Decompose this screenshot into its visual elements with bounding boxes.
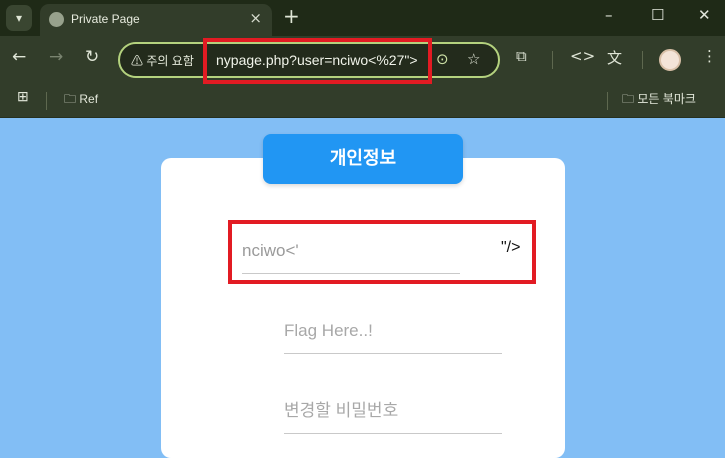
bookmark-folder-ref[interactable]: 🗀 Ref [64, 90, 98, 111]
chevron-down-icon[interactable]: ▾ [6, 5, 32, 31]
globe-icon [49, 12, 64, 27]
arrow-left-icon[interactable]: ← [12, 47, 26, 67]
arrow-right-icon[interactable]: → [49, 47, 63, 67]
folder-icon: 🗀 [64, 92, 77, 106]
injected-text: "/> [501, 239, 521, 256]
browser-tab[interactable]: Private Page × [40, 4, 272, 36]
code-icon[interactable]: <> [570, 47, 595, 65]
page-title[interactable]: 개인정보 [263, 134, 463, 184]
star-icon[interactable]: ☆ [467, 50, 480, 68]
bookmark-label: Ref [79, 92, 99, 106]
plus-icon[interactable]: + [283, 4, 300, 28]
address-bar[interactable]: ⚠ 주의 요함 nypage.php?user=nciwo<%27"> ⊙ ☆ [118, 42, 500, 78]
puzzle-icon[interactable]: ⧉ [516, 47, 527, 65]
lens-icon[interactable]: ⊙ [436, 50, 449, 68]
avatar[interactable] [659, 49, 681, 71]
security-chip[interactable]: ⚠ 주의 요함 [131, 52, 194, 69]
security-label: 주의 요함 [146, 54, 194, 68]
maximize-icon[interactable]: ☐ [651, 6, 664, 24]
bookmarks-bar: ⊞ 🗀 Ref 🗀 모든 북마크 [0, 84, 725, 118]
toolbar-divider [642, 51, 643, 69]
close-icon[interactable]: × [249, 9, 262, 27]
tab-title: Private Page [71, 12, 140, 26]
page-content: 개인정보 "/> [0, 118, 725, 458]
url-text[interactable]: nypage.php?user=nciwo<%27"> [216, 52, 418, 68]
all-bookmarks[interactable]: 🗀 모든 북마크 [622, 90, 696, 111]
minimize-icon[interactable]: – [605, 6, 613, 24]
reload-icon[interactable]: ↻ [85, 47, 99, 67]
apps-grid-icon[interactable]: ⊞ [17, 88, 29, 105]
kebab-menu-icon[interactable]: ⋮ [702, 47, 717, 65]
username-field[interactable] [242, 228, 460, 274]
flag-field[interactable] [284, 308, 502, 354]
bookmark-divider [607, 92, 608, 110]
tab-strip: ▾ Private Page × + – ☐ ✕ [0, 0, 725, 36]
warning-triangle-icon: ⚠ [131, 54, 144, 68]
window-close-icon[interactable]: ✕ [698, 6, 711, 24]
bookmark-divider [46, 92, 47, 110]
browser-toolbar: ← → ↻ ⚠ 주의 요함 nypage.php?user=nciwo<%27"… [0, 36, 725, 84]
toolbar-divider [552, 51, 553, 69]
bookmark-label: 모든 북마크 [637, 92, 696, 106]
new-password-field[interactable] [284, 388, 502, 434]
translate-icon[interactable]: 文 [607, 47, 622, 68]
folder-icon: 🗀 [622, 92, 635, 106]
